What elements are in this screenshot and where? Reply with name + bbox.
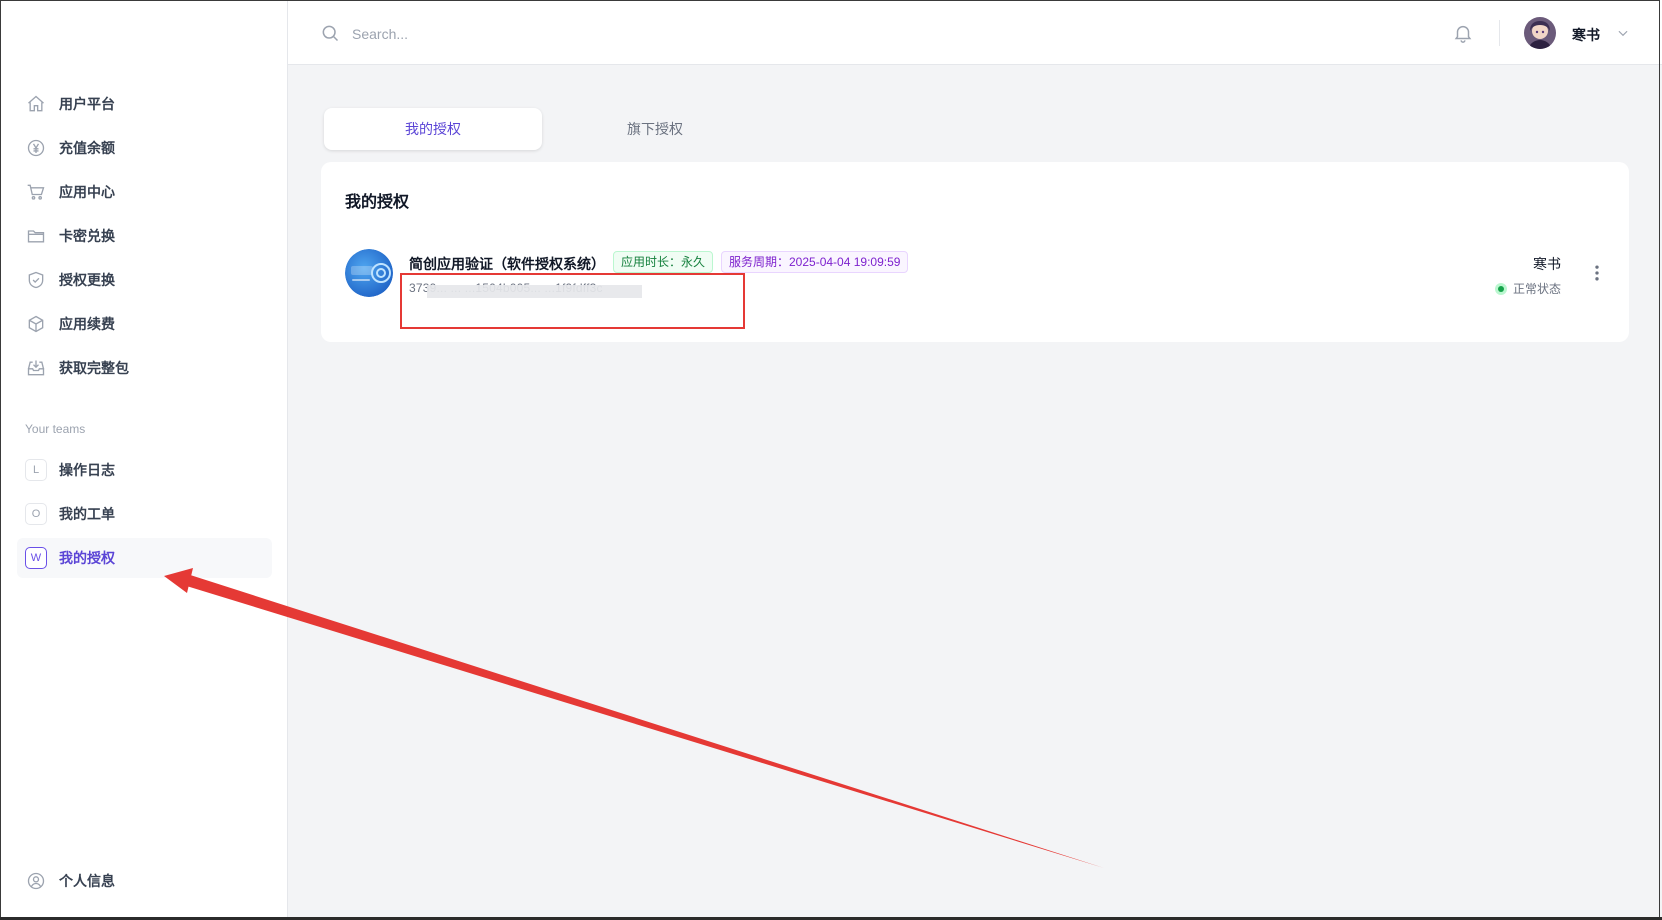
team-item-label: 操作日志 bbox=[59, 462, 115, 478]
header-divider bbox=[1499, 20, 1500, 46]
app-logo bbox=[345, 249, 393, 297]
annotation-highlight-box bbox=[400, 273, 745, 329]
service-period-tag: 服务周期：2025-04-04 19:09:59 bbox=[721, 251, 909, 273]
team-badge: W bbox=[25, 547, 47, 569]
sidebar-item-label: 获取完整包 bbox=[59, 360, 129, 376]
teams-list: L 操作日志 O 我的工单 W 我的授权 bbox=[17, 450, 272, 582]
team-item-my-tickets[interactable]: O 我的工单 bbox=[17, 494, 272, 534]
profile-label: 个人信息 bbox=[59, 873, 115, 889]
sidebar: 用户平台 充值余额 应用中心 卡密兑换 授权更换 应用续费 获取完整包 Your… bbox=[0, 0, 288, 920]
sidebar-item-label: 授权更换 bbox=[59, 272, 115, 288]
status-label: 正常状态 bbox=[1512, 282, 1561, 296]
avatar[interactable] bbox=[1524, 17, 1556, 49]
username[interactable]: 寒书 bbox=[1572, 25, 1600, 45]
tab-my-licenses[interactable]: 我的授权 bbox=[324, 108, 542, 150]
cart-icon bbox=[25, 181, 47, 203]
team-badge: O bbox=[25, 503, 47, 525]
status-dot-icon bbox=[1494, 282, 1507, 295]
shield-check-icon bbox=[25, 269, 47, 291]
folder-icon bbox=[25, 225, 47, 247]
team-item-operation-log[interactable]: L 操作日志 bbox=[17, 450, 272, 490]
team-item-label: 我的工单 bbox=[59, 506, 115, 522]
top-header: 寒书 bbox=[288, 0, 1662, 65]
sidebar-item-label: 卡密兑换 bbox=[59, 228, 115, 244]
license-tabs: 我的授权 旗下授权 bbox=[324, 108, 768, 152]
sidebar-item-download-package[interactable]: 获取完整包 bbox=[17, 348, 272, 388]
search-input[interactable] bbox=[350, 18, 954, 50]
cube-icon bbox=[25, 313, 47, 335]
sidebar-item-license-change[interactable]: 授权更换 bbox=[17, 260, 272, 300]
sidebar-item-user-platform[interactable]: 用户平台 bbox=[17, 84, 272, 124]
sidebar-item-app-center[interactable]: 应用中心 bbox=[17, 172, 272, 212]
teams-section-title: Your teams bbox=[25, 422, 86, 436]
app-name: 简创应用验证（软件授权系统） bbox=[409, 256, 605, 272]
yen-icon bbox=[25, 137, 47, 159]
search-icon bbox=[320, 23, 340, 43]
sidebar-item-app-renewal[interactable]: 应用续费 bbox=[17, 304, 272, 344]
sidebar-item-label: 用户平台 bbox=[59, 96, 115, 112]
bell-icon[interactable] bbox=[1452, 22, 1474, 44]
sidebar-nav: 用户平台 充值余额 应用中心 卡密兑换 授权更换 应用续费 获取完整包 bbox=[17, 84, 272, 392]
team-badge: L bbox=[25, 459, 47, 481]
user-circle-icon bbox=[25, 870, 47, 892]
sidebar-item-label: 应用续费 bbox=[59, 316, 115, 332]
more-vertical-icon[interactable] bbox=[1587, 263, 1607, 283]
sidebar-item-card-redeem[interactable]: 卡密兑换 bbox=[17, 216, 272, 256]
sidebar-item-label: 应用中心 bbox=[59, 184, 115, 200]
license-card: 我的授权 简创应用验证（软件授权系统） 应用时长：永久 服务周期：2025-04… bbox=[321, 162, 1629, 342]
status-indicator: 正常状态 bbox=[1494, 280, 1561, 297]
license-owner: 寒书 bbox=[1533, 256, 1561, 272]
sidebar-item-recharge[interactable]: 充值余额 bbox=[17, 128, 272, 168]
home-icon bbox=[25, 93, 47, 115]
tab-sub-licenses[interactable]: 旗下授权 bbox=[546, 108, 764, 150]
team-item-label: 我的授权 bbox=[59, 550, 115, 566]
card-title: 我的授权 bbox=[345, 194, 410, 211]
sidebar-item-profile[interactable]: 个人信息 bbox=[25, 870, 115, 892]
chevron-down-icon[interactable] bbox=[1616, 26, 1630, 40]
sidebar-item-label: 充值余额 bbox=[59, 140, 115, 156]
duration-tag: 应用时长：永久 bbox=[613, 251, 714, 273]
team-item-my-licenses[interactable]: W 我的授权 bbox=[17, 538, 272, 578]
inbox-download-icon bbox=[25, 357, 47, 379]
